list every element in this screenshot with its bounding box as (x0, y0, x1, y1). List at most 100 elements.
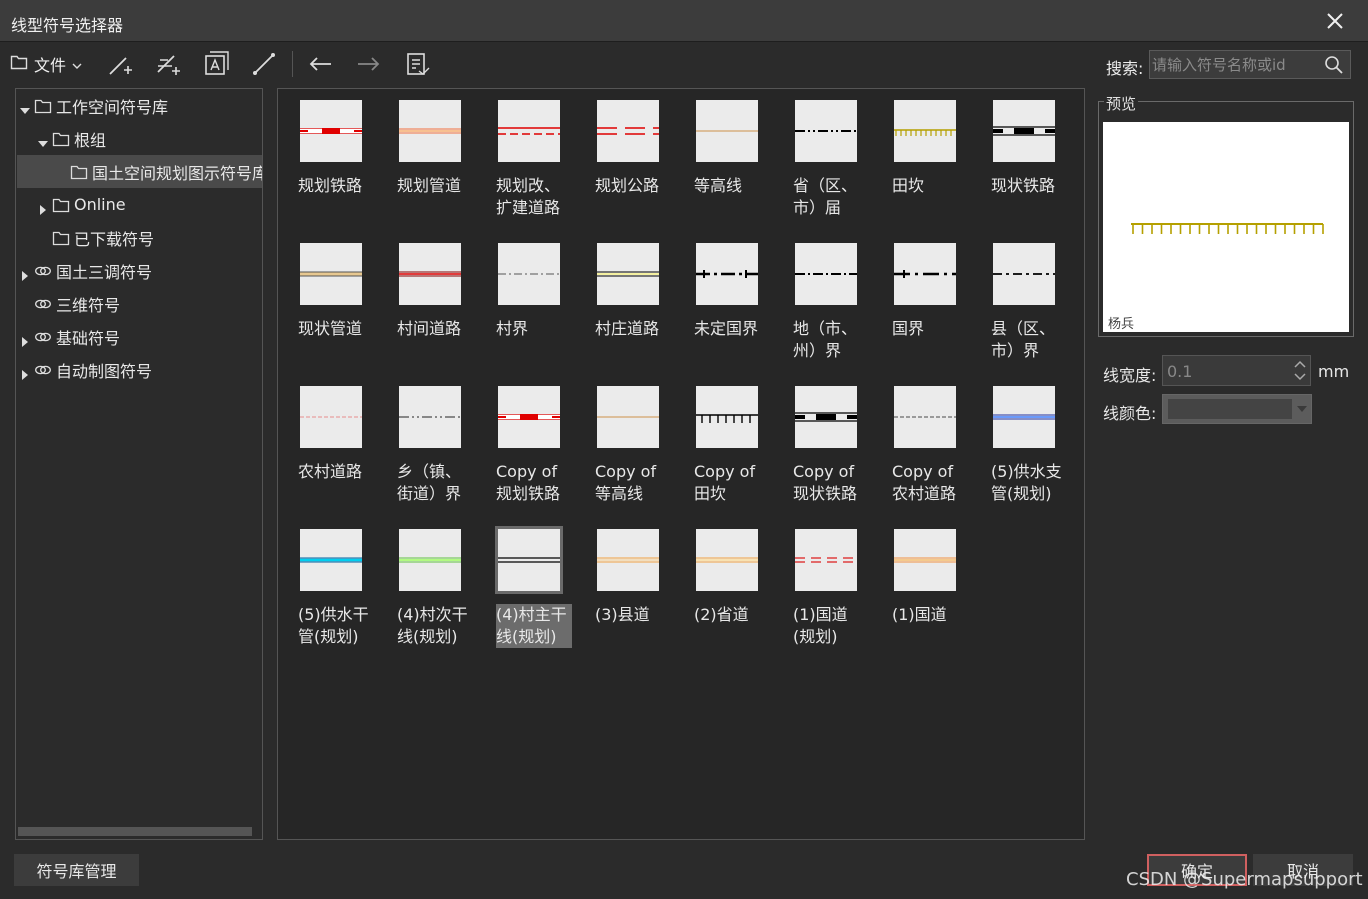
new-dash-line-icon[interactable] (152, 49, 184, 79)
new-line-symbol-icon[interactable] (104, 49, 136, 79)
forward-arrow-icon[interactable] (352, 49, 384, 79)
line-sample-icon (399, 271, 461, 277)
symbol-item[interactable]: (1)国道(规划) (776, 518, 870, 658)
search-icon[interactable] (1323, 54, 1345, 76)
tree-item[interactable]: Online (17, 188, 262, 221)
symbol-item[interactable]: 规划管道 (380, 89, 474, 229)
line-color-label: 线颜色: (1103, 404, 1157, 423)
symbol-item[interactable]: 田坎 (875, 89, 969, 229)
expand-arrow-icon[interactable] (20, 101, 30, 114)
expand-arrow-icon[interactable] (38, 134, 48, 147)
symbol-thumbnail[interactable] (993, 386, 1055, 448)
symbol-thumbnail[interactable] (696, 386, 758, 448)
file-menu-button[interactable]: 文件 (10, 49, 90, 79)
symbol-thumbnail[interactable] (894, 100, 956, 162)
symbol-item[interactable]: (4)村主干线(规划) (479, 518, 573, 658)
symbol-item[interactable]: 省（区、市）届 (776, 89, 870, 229)
symbol-item[interactable]: Copy of 农村道路 (875, 375, 969, 515)
collapse-arrow-icon[interactable] (38, 200, 48, 215)
symbol-thumbnail[interactable] (300, 100, 362, 162)
symbol-item[interactable]: 现状管道 (281, 232, 375, 372)
symbol-thumbnail[interactable] (696, 100, 758, 162)
symbol-item[interactable]: 县（区、市）界 (974, 232, 1068, 372)
export-list-icon[interactable] (401, 49, 433, 79)
close-icon[interactable] (1324, 10, 1346, 32)
symbol-label: (4)村次干线(规划) (397, 605, 468, 646)
symbol-item[interactable]: (3)县道 (578, 518, 672, 658)
symbol-thumbnail[interactable] (993, 243, 1055, 305)
symbol-thumbnail[interactable] (597, 243, 659, 305)
symbol-item[interactable]: 国界 (875, 232, 969, 372)
tree-item[interactable]: 国土三调符号 (17, 254, 262, 287)
symbol-thumbnail[interactable] (795, 100, 857, 162)
tree-item[interactable]: 国土空间规划图示符号库 (17, 155, 262, 188)
symbol-item[interactable]: (2)省道 (677, 518, 771, 658)
symbol-item[interactable]: 规划公路 (578, 89, 672, 229)
symbol-item[interactable]: 地（市、州）界 (776, 232, 870, 372)
back-arrow-icon[interactable] (305, 49, 337, 79)
symbol-item[interactable]: (5)供水支管(规划) (974, 375, 1068, 515)
symbol-thumbnail[interactable] (597, 529, 659, 591)
folder-icon (70, 164, 88, 180)
symbol-item[interactable]: 等高线 (677, 89, 771, 229)
collapse-arrow-icon[interactable] (20, 365, 30, 380)
symbol-item[interactable]: Copy of 现状铁路 (776, 375, 870, 515)
symbol-item[interactable]: Copy of 规划铁路 (479, 375, 573, 515)
symbol-item[interactable]: (1)国道 (875, 518, 969, 658)
line-width-spinbox[interactable]: 0.1 (1162, 355, 1311, 386)
tree-item[interactable]: 工作空间符号库 (17, 89, 262, 122)
tree-item[interactable]: 已下载符号 (17, 221, 262, 254)
symbol-item[interactable]: 村庄道路 (578, 232, 672, 372)
symbol-thumbnail[interactable] (498, 386, 560, 448)
tree-item[interactable]: 三维符号 (17, 287, 262, 320)
tree-item[interactable]: 根组 (17, 122, 262, 155)
symbol-thumbnail[interactable] (498, 100, 560, 162)
symbol-thumbnail[interactable] (399, 386, 461, 448)
symbol-item[interactable]: Copy of 等高线 (578, 375, 672, 515)
symbol-thumbnail[interactable] (696, 529, 758, 591)
symbol-thumbnail[interactable] (399, 243, 461, 305)
symbol-thumbnail[interactable] (300, 529, 362, 591)
collapse-arrow-icon[interactable] (20, 266, 30, 281)
symbol-thumbnail[interactable] (894, 386, 956, 448)
symbol-thumbnail[interactable] (597, 100, 659, 162)
symbol-item[interactable]: 现状铁路 (974, 89, 1068, 229)
symbol-item[interactable]: 村间道路 (380, 232, 474, 372)
edit-line-icon[interactable] (248, 49, 280, 79)
symbol-item[interactable]: 未定国界 (677, 232, 771, 372)
symbol-thumbnail[interactable] (300, 386, 362, 448)
symbol-thumbnail[interactable] (300, 243, 362, 305)
symbol-item[interactable]: 规划改、扩建道路 (479, 89, 573, 229)
symbol-item[interactable]: 农村道路 (281, 375, 375, 515)
symbol-item[interactable]: (4)村次干线(规划) (380, 518, 474, 658)
symbol-item[interactable]: 乡（镇、街道）界 (380, 375, 474, 515)
spinner-arrows-icon[interactable] (1291, 357, 1309, 384)
line-color-picker[interactable] (1162, 394, 1312, 424)
symbol-thumbnail[interactable] (498, 243, 560, 305)
symbol-thumbnail[interactable] (495, 526, 563, 594)
symbol-thumbnail[interactable] (993, 100, 1055, 162)
import-symbol-icon[interactable] (200, 49, 232, 79)
symbol-item[interactable]: 规划铁路 (281, 89, 375, 229)
symbol-thumbnail[interactable] (795, 529, 857, 591)
symbol-thumbnail[interactable] (795, 243, 857, 305)
symbol-item[interactable]: Copy of 田坎 (677, 375, 771, 515)
search-input[interactable] (1150, 51, 1320, 78)
symbol-thumbnail[interactable] (696, 243, 758, 305)
tree-item[interactable]: 基础符号 (17, 320, 262, 353)
library-manage-button[interactable]: 符号库管理 (14, 854, 139, 886)
symbol-thumbnail[interactable] (894, 529, 956, 591)
tree-horizontal-scrollbar[interactable] (18, 827, 252, 836)
symbol-thumbnail[interactable] (597, 386, 659, 448)
collapse-arrow-icon[interactable] (20, 332, 30, 347)
search-box[interactable] (1149, 50, 1351, 79)
symbol-thumbnail[interactable] (894, 243, 956, 305)
symbol-thumbnail[interactable] (399, 100, 461, 162)
symbol-thumbnail[interactable] (399, 529, 461, 591)
symbol-item[interactable]: 村界 (479, 232, 573, 372)
symbol-library-tree[interactable]: 工作空间符号库 根组 国土空间规划图示符号库 Online 已下载符号 国土三调符号 三维符… (15, 88, 263, 840)
symbol-label: 规划管道 (397, 176, 462, 195)
tree-item[interactable]: 自动制图符号 (17, 353, 262, 386)
symbol-thumbnail[interactable] (795, 386, 857, 448)
symbol-item[interactable]: (5)供水干管(规划) (281, 518, 375, 658)
